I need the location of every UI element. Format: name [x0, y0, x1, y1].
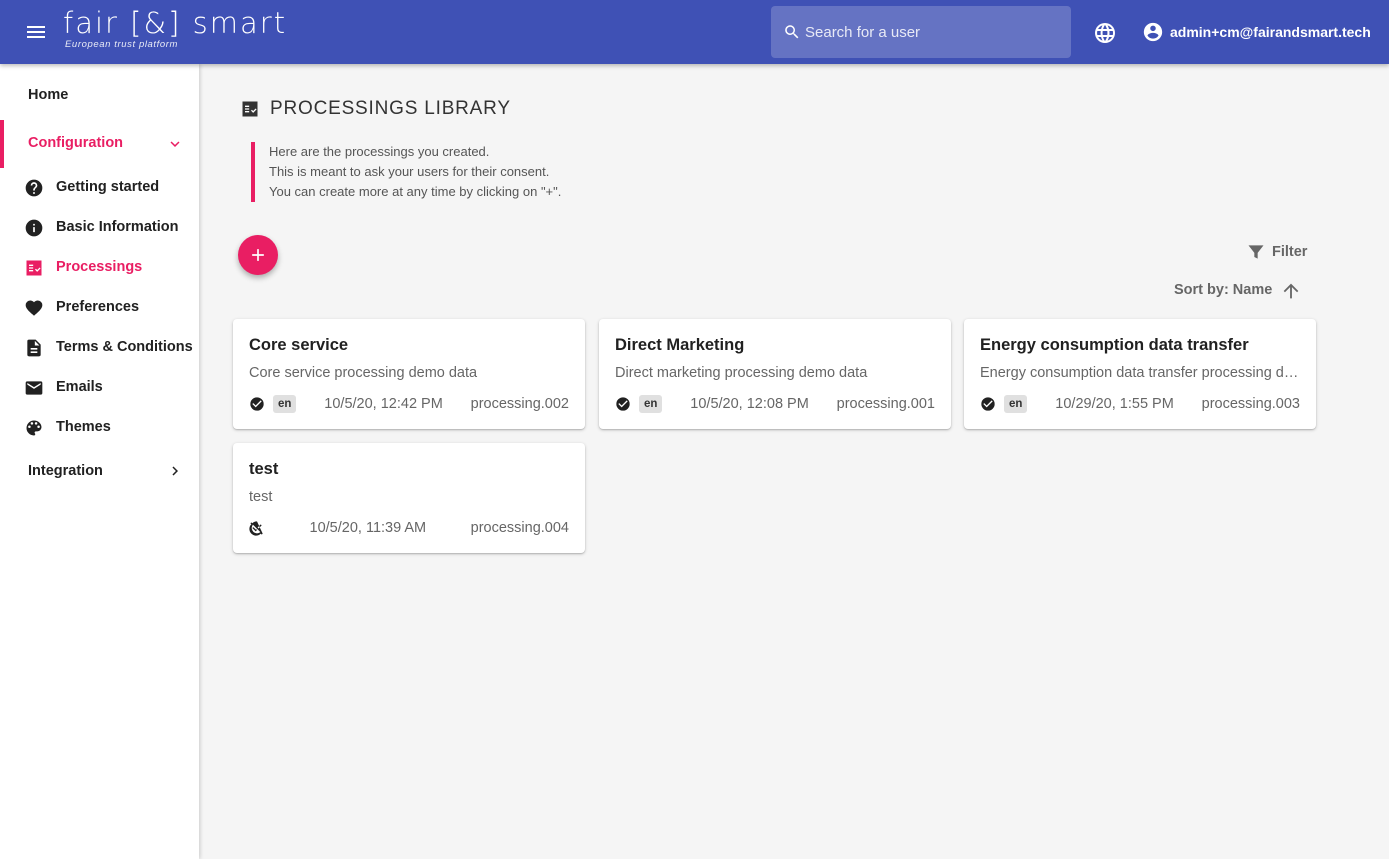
card-meta: en 10/29/20, 1:55 PM processing.003 [980, 394, 1300, 414]
sidebar-item-processings[interactable]: Processings [0, 248, 199, 288]
sidebar-item-themes[interactable]: Themes [0, 408, 199, 448]
sidebar-item-terms-conditions[interactable]: Terms & Conditions [0, 328, 199, 368]
sidebar-item-home[interactable]: Home [0, 74, 199, 118]
sidebar-item-emails[interactable]: Emails [0, 368, 199, 408]
user-email: admin+cm@fairandsmart.tech [1170, 24, 1371, 40]
intro-line: You can create more at any time by click… [269, 184, 562, 199]
mail-icon [25, 381, 43, 395]
card-title: Energy consumption data transfer [980, 336, 1249, 354]
intro-line: Here are the processings you created. [269, 144, 490, 159]
filter-icon [1248, 245, 1264, 259]
user-menu[interactable]: admin+cm@fairandsmart.tech [1142, 21, 1371, 43]
sidebar-item-label: Home [28, 87, 69, 103]
user-search [771, 6, 1071, 58]
sidebar-item-label: Themes [56, 419, 111, 435]
plus-icon [252, 249, 264, 261]
processing-card[interactable]: Energy consumption data transfer Energy … [964, 319, 1316, 429]
card-date: 10/5/20, 11:39 AM [309, 520, 427, 536]
card-code: processing.001 [836, 396, 935, 412]
sidebar-item-label: Emails [56, 379, 103, 395]
card-code: processing.004 [470, 520, 569, 536]
card-date: 10/5/20, 12:08 PM [690, 396, 809, 412]
sidebar-item-label: Integration [28, 463, 103, 479]
processing-card[interactable]: Direct Marketing Direct marketing proces… [599, 319, 951, 429]
processing-card[interactable]: test test 10/5/20, 11:39 AM processing.0… [233, 443, 585, 553]
card-meta: en 10/5/20, 12:08 PM processing.001 [615, 394, 935, 414]
sidebar-item-configuration[interactable]: Configuration [0, 120, 199, 168]
sidebar-item-label: Terms & Conditions [56, 339, 193, 355]
card-title: test [249, 460, 279, 478]
heart-icon [25, 300, 43, 316]
card-meta: 10/5/20, 11:39 AM processing.004 [249, 518, 569, 538]
card-title: Direct Marketing [615, 336, 745, 354]
processing-card[interactable]: Core service Core service processing dem… [233, 319, 585, 429]
page-header: PROCESSINGS LIBRARY [240, 98, 511, 120]
logo-tagline: European trust platform [65, 39, 179, 50]
card-code: processing.002 [470, 396, 569, 412]
filter-label: Filter [1272, 244, 1308, 260]
language-chip: en [1004, 395, 1028, 413]
sidebar-item-basic-information[interactable]: Basic Information [0, 208, 199, 248]
sidebar-item-label: Processings [56, 259, 143, 275]
add-processing-button[interactable] [238, 235, 278, 275]
card-description: Direct marketing processing demo data [615, 365, 868, 381]
check-circle-icon [616, 397, 630, 411]
sidebar-item-preferences[interactable]: Preferences [0, 288, 199, 328]
intro-note: Here are the processings you created. Th… [251, 142, 561, 202]
card-code: processing.003 [1201, 396, 1300, 412]
globe-icon[interactable] [1093, 21, 1117, 45]
filter-button[interactable]: Filter [1246, 242, 1307, 262]
sidebar-item-label: Configuration [28, 135, 124, 151]
processings-icon [26, 260, 42, 276]
unpublished-icon [249, 521, 263, 536]
search-input[interactable] [805, 6, 1055, 58]
language-chip: en [639, 395, 663, 413]
card-meta: en 10/5/20, 12:42 PM processing.002 [249, 394, 569, 414]
check-circle-icon [250, 397, 264, 411]
menu-icon[interactable] [24, 20, 48, 44]
intro-line: This is meant to ask your users for thei… [269, 164, 550, 179]
document-icon [27, 339, 41, 357]
check-circle-icon [981, 397, 995, 411]
arrow-up-icon[interactable] [1280, 280, 1302, 302]
card-title: Core service [249, 336, 349, 354]
sort-select[interactable]: Sort by: Name [1174, 282, 1272, 298]
chevron-down-icon [170, 141, 180, 147]
sidebar-item-integration[interactable]: Integration [0, 450, 199, 494]
sidebar-item-label: Preferences [56, 299, 140, 315]
processings-icon [242, 101, 258, 117]
card-date: 10/29/20, 1:55 PM [1055, 396, 1174, 412]
palette-icon [26, 420, 42, 436]
sidebar-item-getting-started[interactable]: Getting started [0, 168, 199, 208]
logo-text: fair [&] smart [63, 6, 288, 40]
page-title: PROCESSINGS LIBRARY [270, 98, 511, 119]
chevron-right-icon [172, 466, 178, 476]
language-chip: en [273, 395, 297, 413]
top-app-bar: fair [&] smart European trust platform a… [0, 0, 1389, 64]
sidebar-item-label: Basic Information [56, 219, 179, 235]
info-icon [25, 219, 43, 237]
account-circle-icon [1143, 22, 1163, 42]
card-description: Energy consumption data transfer process… [980, 365, 1300, 381]
help-circle-icon [25, 179, 43, 197]
card-description: test [249, 489, 273, 505]
card-description: Core service processing demo data [249, 365, 478, 381]
sidebar: Home Configuration Getting started Basic… [0, 64, 199, 859]
sidebar-item-label: Getting started [56, 179, 160, 195]
card-date: 10/5/20, 12:42 PM [324, 396, 443, 412]
app-logo[interactable]: fair [&] smart European trust platform [63, 6, 287, 50]
search-icon [785, 25, 799, 39]
